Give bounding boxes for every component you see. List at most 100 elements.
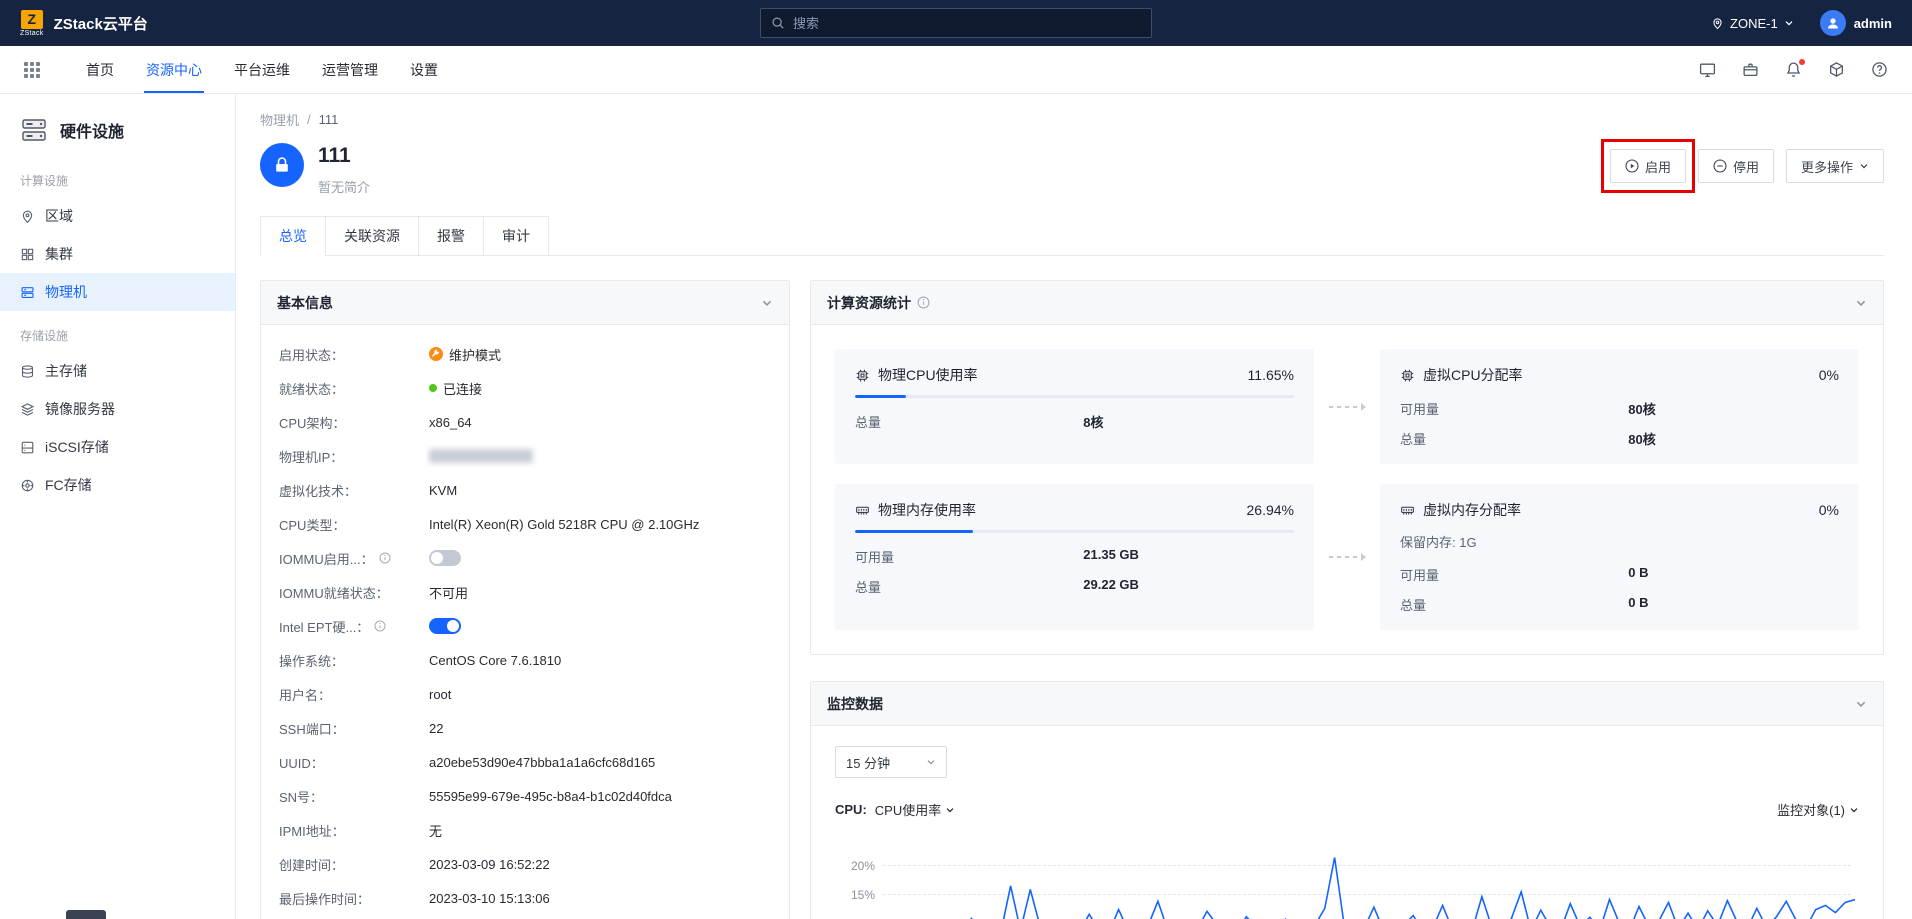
- image-server-icon: [20, 402, 35, 417]
- info-label: 最后操作时间：: [279, 889, 429, 908]
- info-value: a20ebe53d90e47bbba1a1a6cfc68d165: [429, 755, 655, 770]
- breadcrumb-parent[interactable]: 物理机: [260, 110, 299, 129]
- info-icon[interactable]: [917, 296, 930, 309]
- info-value: 维护模式: [429, 345, 501, 364]
- search-input[interactable]: [793, 16, 1141, 31]
- stats-grid: 物理CPU使用率11.65%总量8核虚拟CPU分配率0%可用量80核总量80核物…: [835, 349, 1859, 630]
- info-label: 创建时间：: [279, 855, 429, 874]
- sidebar-item[interactable]: 区域: [0, 197, 235, 235]
- info-row: CPU类型：Intel(R) Xeon(R) Gold 5218R CPU @ …: [279, 507, 771, 541]
- info-icon[interactable]: [374, 620, 386, 632]
- brand[interactable]: ZZStack ZStack云平台: [20, 10, 148, 37]
- monitor-target-selector[interactable]: 监控对象(1): [1777, 800, 1859, 819]
- tab[interactable]: 关联资源: [325, 216, 419, 256]
- hardware-facility-icon: [20, 116, 48, 144]
- monitoring-title: 监控数据: [827, 694, 883, 714]
- stat-percent: 0%: [1819, 502, 1839, 518]
- basic-info-card: 基本信息 启用状态：维护模式就绪状态：已连接CPU架构：x86_64物理机IP：…: [260, 280, 790, 919]
- sidebar-item[interactable]: 物理机: [0, 273, 235, 311]
- stat-percent: 26.94%: [1247, 502, 1294, 518]
- breadcrumb: 物理机 / 111: [260, 110, 1884, 129]
- info-row: 最后操作时间：2023-03-10 15:13:06: [279, 881, 771, 915]
- resource-cube-icon[interactable]: [1828, 61, 1845, 78]
- fc-storage-icon: [20, 478, 35, 493]
- stat-row: 总量8核: [855, 412, 1294, 431]
- info-label: 就绪状态：: [279, 379, 429, 398]
- info-value: 不可用: [429, 583, 468, 602]
- info-label: UUID：: [279, 753, 429, 772]
- info-value: CentOS Core 7.6.1810: [429, 653, 561, 668]
- tab[interactable]: 报警: [418, 216, 484, 256]
- tab[interactable]: 总览: [260, 216, 326, 256]
- cluster-icon: [20, 247, 35, 262]
- console-icon[interactable]: [1699, 61, 1716, 78]
- nav-item[interactable]: 首页: [70, 46, 130, 93]
- info-value: 已连接: [429, 379, 482, 398]
- info-icon[interactable]: [379, 552, 391, 564]
- sidebar-item[interactable]: 集群: [0, 235, 235, 273]
- sidebar-item[interactable]: 镜像服务器: [0, 390, 235, 428]
- collapse-chevron-icon[interactable]: [1855, 698, 1867, 710]
- nav-item[interactable]: 运营管理: [306, 46, 394, 93]
- sidebar-item-label: 集群: [45, 244, 73, 264]
- minus-circle-icon: [1713, 159, 1727, 173]
- enable-button[interactable]: 启用: [1610, 149, 1686, 183]
- nav-item[interactable]: 平台运维: [218, 46, 306, 93]
- disable-button[interactable]: 停用: [1698, 149, 1774, 183]
- info-label: 启用状态：: [279, 345, 429, 364]
- iscsi-storage-icon: [20, 440, 35, 455]
- sidebar-item-label: FC存储: [45, 475, 92, 495]
- stat-percent: 0%: [1819, 367, 1839, 383]
- stat-title: 虚拟内存分配率: [1423, 500, 1521, 520]
- info-row: IPMI地址：无: [279, 813, 771, 847]
- toggle-switch[interactable]: [429, 550, 461, 566]
- sidebar-item-label: 物理机: [45, 282, 87, 302]
- main-navbar: 首页资源中心平台运维运营管理设置: [0, 46, 1912, 94]
- zone-selector[interactable]: ZONE-1: [1711, 16, 1794, 31]
- stat-card: 物理内存使用率26.94%可用量21.35 GB总量29.22 GB: [835, 484, 1314, 630]
- play-circle-icon: [1625, 159, 1639, 173]
- info-row: SN号：55595e99-679e-495c-b8a4-b1c02d40fdca: [279, 779, 771, 813]
- user-menu[interactable]: admin: [1820, 10, 1892, 36]
- metric-selector[interactable]: CPU使用率: [875, 800, 955, 819]
- stat-note: 保留内存: 1G: [1400, 532, 1839, 551]
- collapse-chevron-icon[interactable]: [761, 297, 773, 309]
- app-launcher-icon[interactable]: [24, 62, 40, 78]
- basic-info-title: 基本信息: [277, 293, 333, 313]
- info-label: Intel EPT硬...：: [279, 617, 429, 636]
- period-select[interactable]: 15 分钟: [835, 746, 947, 778]
- collapse-chevron-icon[interactable]: [1855, 297, 1867, 309]
- more-actions-button[interactable]: 更多操作: [1786, 149, 1884, 183]
- username-label: admin: [1854, 16, 1892, 31]
- topbar: ZZStack ZStack云平台 ZONE-1 admin: [0, 0, 1912, 46]
- info-label: 虚拟化技术：: [279, 481, 429, 500]
- info-label: CPU类型：: [279, 515, 429, 534]
- breadcrumb-separator: /: [307, 112, 311, 127]
- global-search[interactable]: [760, 8, 1152, 38]
- info-value: KVM: [429, 483, 457, 498]
- sidebar-item-label: iSCSI存储: [45, 437, 109, 457]
- toggle-switch[interactable]: [429, 618, 461, 634]
- basic-info-body: 启用状态：维护模式就绪状态：已连接CPU架构：x86_64物理机IP：虚拟化技术…: [261, 325, 789, 919]
- main-nav: 首页资源中心平台运维运营管理设置: [70, 46, 454, 93]
- notification-bell-icon[interactable]: [1785, 61, 1802, 78]
- info-label: 用户名：: [279, 685, 429, 704]
- package-icon[interactable]: [1742, 61, 1759, 78]
- info-row: 虚拟化技术：KVM: [279, 473, 771, 507]
- nav-item[interactable]: 设置: [394, 46, 454, 93]
- help-icon[interactable]: [1871, 61, 1888, 78]
- info-value: Intel(R) Xeon(R) Gold 5218R CPU @ 2.10GH…: [429, 517, 699, 532]
- cpu-chip-icon: [1400, 368, 1415, 383]
- tab[interactable]: 审计: [483, 216, 549, 256]
- memory-icon: [855, 503, 870, 518]
- page-header: 111 暂无简介 启用 停用: [260, 143, 1884, 196]
- stat-row: 总量29.22 GB: [855, 577, 1294, 596]
- sidebar-item[interactable]: FC存储: [0, 466, 235, 504]
- compute-stats-card: 计算资源统计 物理CPU使用率11.65%总量8核虚拟CPU分配率0%可用量80…: [810, 280, 1884, 655]
- nav-item[interactable]: 资源中心: [130, 46, 218, 93]
- sidebar-groups: 计算设施区域集群物理机存储设施主存储镜像服务器iSCSI存储FC存储: [0, 156, 235, 504]
- location-pin-icon: [1711, 17, 1724, 30]
- sidebar-item[interactable]: 主存储: [0, 352, 235, 390]
- cpu-chart: 20%15%10%5%0%: [835, 835, 1859, 919]
- sidebar-item[interactable]: iSCSI存储: [0, 428, 235, 466]
